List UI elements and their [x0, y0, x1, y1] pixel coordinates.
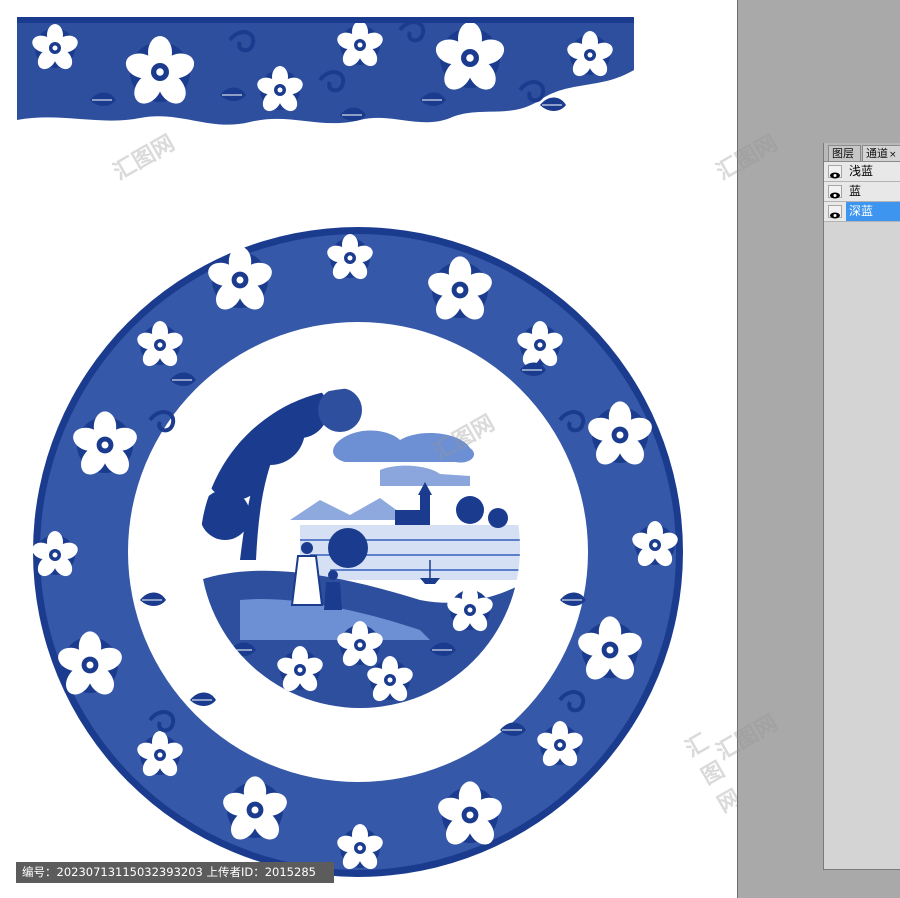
- eye-icon[interactable]: [828, 185, 842, 199]
- credit-bar: 编号：20230713115032393203 上传者ID：2015285: [16, 862, 334, 883]
- panel-empty-area: [824, 222, 900, 869]
- eye-icon[interactable]: [828, 205, 842, 219]
- channel-label[interactable]: 蓝: [846, 182, 900, 201]
- channel-label[interactable]: 浅蓝: [846, 162, 900, 181]
- channel-row-dark-blue[interactable]: 深蓝: [824, 202, 900, 222]
- panel-tab-bar: 图层 通道×: [824, 143, 900, 162]
- channel-row-light-blue[interactable]: 浅蓝: [824, 162, 900, 182]
- channels-panel: 图层 通道× 浅蓝 蓝 深蓝: [823, 143, 900, 870]
- close-icon[interactable]: ×: [889, 150, 897, 160]
- tab-channels-label: 通道: [866, 147, 888, 160]
- document-canvas[interactable]: 汇图网 汇图网 汇图网 编号：20230713115032393203 上传者I…: [0, 0, 737, 898]
- channel-label[interactable]: 深蓝: [846, 202, 900, 221]
- eye-icon[interactable]: [828, 165, 842, 179]
- top-border-pattern: [17, 17, 634, 125]
- tab-layers-label: 图层: [832, 147, 854, 160]
- tab-channels[interactable]: 通道×: [862, 145, 900, 161]
- porcelain-artwork: [17, 17, 683, 877]
- porcelain-plate: [30, 227, 683, 877]
- tab-layers[interactable]: 图层: [828, 145, 861, 161]
- channel-row-blue[interactable]: 蓝: [824, 182, 900, 202]
